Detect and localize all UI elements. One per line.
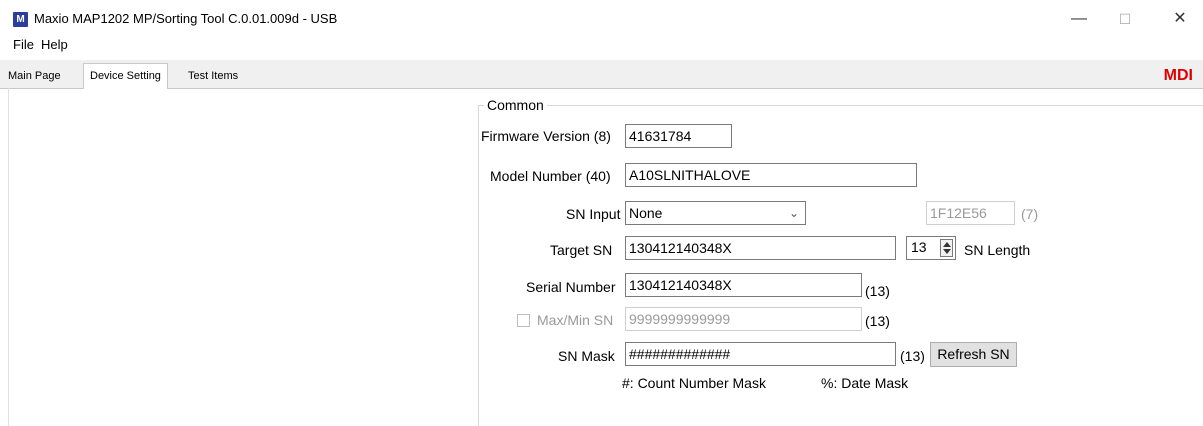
firmware-field[interactable]: 41631784 xyxy=(625,124,732,148)
count-mask-note: #: Count Number Mask xyxy=(622,375,766,391)
serial-number-label: Serial Number xyxy=(526,279,616,295)
maxmin-count: (13) xyxy=(865,313,890,329)
maxmin-field: 9999999999999 xyxy=(625,307,862,331)
sn-input-label: SN Input xyxy=(566,206,621,222)
serial-number-count: (13) xyxy=(865,283,890,299)
maxmin-label: Max/Min SN xyxy=(537,312,614,328)
close-button[interactable]: ✕ xyxy=(1157,4,1203,34)
maxmin-checkbox[interactable] xyxy=(517,314,530,327)
sn-length-value: 13 xyxy=(911,239,927,255)
hex-count: (7) xyxy=(1021,206,1039,222)
sn-mask-count: (13) xyxy=(900,348,925,364)
target-sn-field[interactable]: 130412140348X xyxy=(625,236,896,260)
refresh-sn-button[interactable]: Refresh SN xyxy=(930,342,1017,367)
serial-number-field[interactable]: 130412140348X xyxy=(625,273,862,297)
tab-test-items[interactable]: Test Items xyxy=(182,66,244,87)
chevron-down-icon: ⌄ xyxy=(788,206,799,220)
date-mask-note: %: Date Mask xyxy=(821,375,909,391)
minimize-button[interactable]: — xyxy=(1056,4,1102,34)
window-title: Maxio MAP1202 MP/Sorting Tool C.0.01.009… xyxy=(34,11,338,26)
tab-device-setting[interactable]: Device Setting xyxy=(83,63,168,89)
group-border-left xyxy=(478,105,479,426)
sn-input-value: None xyxy=(629,205,663,221)
sn-mask-label: SN Mask xyxy=(558,348,615,364)
tab-strip xyxy=(0,60,1203,89)
menu-file[interactable]: File xyxy=(13,37,34,52)
spinner-arrows-icon[interactable] xyxy=(940,239,953,257)
model-label: Model Number (40) xyxy=(490,168,611,184)
sn-length-spinner[interactable]: 13 xyxy=(906,236,956,260)
sn-length-label: SN Length xyxy=(964,242,1031,258)
maximize-button[interactable]: ☐ xyxy=(1102,4,1148,34)
sn-input-select[interactable]: None ⌄ xyxy=(625,201,806,225)
sn-mask-field[interactable]: ############# xyxy=(625,342,896,366)
hex-field: 1F12E56 xyxy=(926,201,1015,225)
app-icon: M xyxy=(13,12,28,27)
left-panel-divider xyxy=(8,88,9,426)
model-field[interactable]: A10SLNITHALOVE xyxy=(625,163,917,187)
mdi-badge: MDI xyxy=(1163,67,1193,84)
tab-main-page[interactable]: Main Page xyxy=(2,66,67,87)
group-title-common: Common xyxy=(484,97,547,113)
firmware-label: Firmware Version (8) xyxy=(481,128,611,144)
menu-help[interactable]: Help xyxy=(41,37,68,52)
group-border-top xyxy=(478,105,1203,106)
target-sn-label: Target SN xyxy=(550,242,613,258)
